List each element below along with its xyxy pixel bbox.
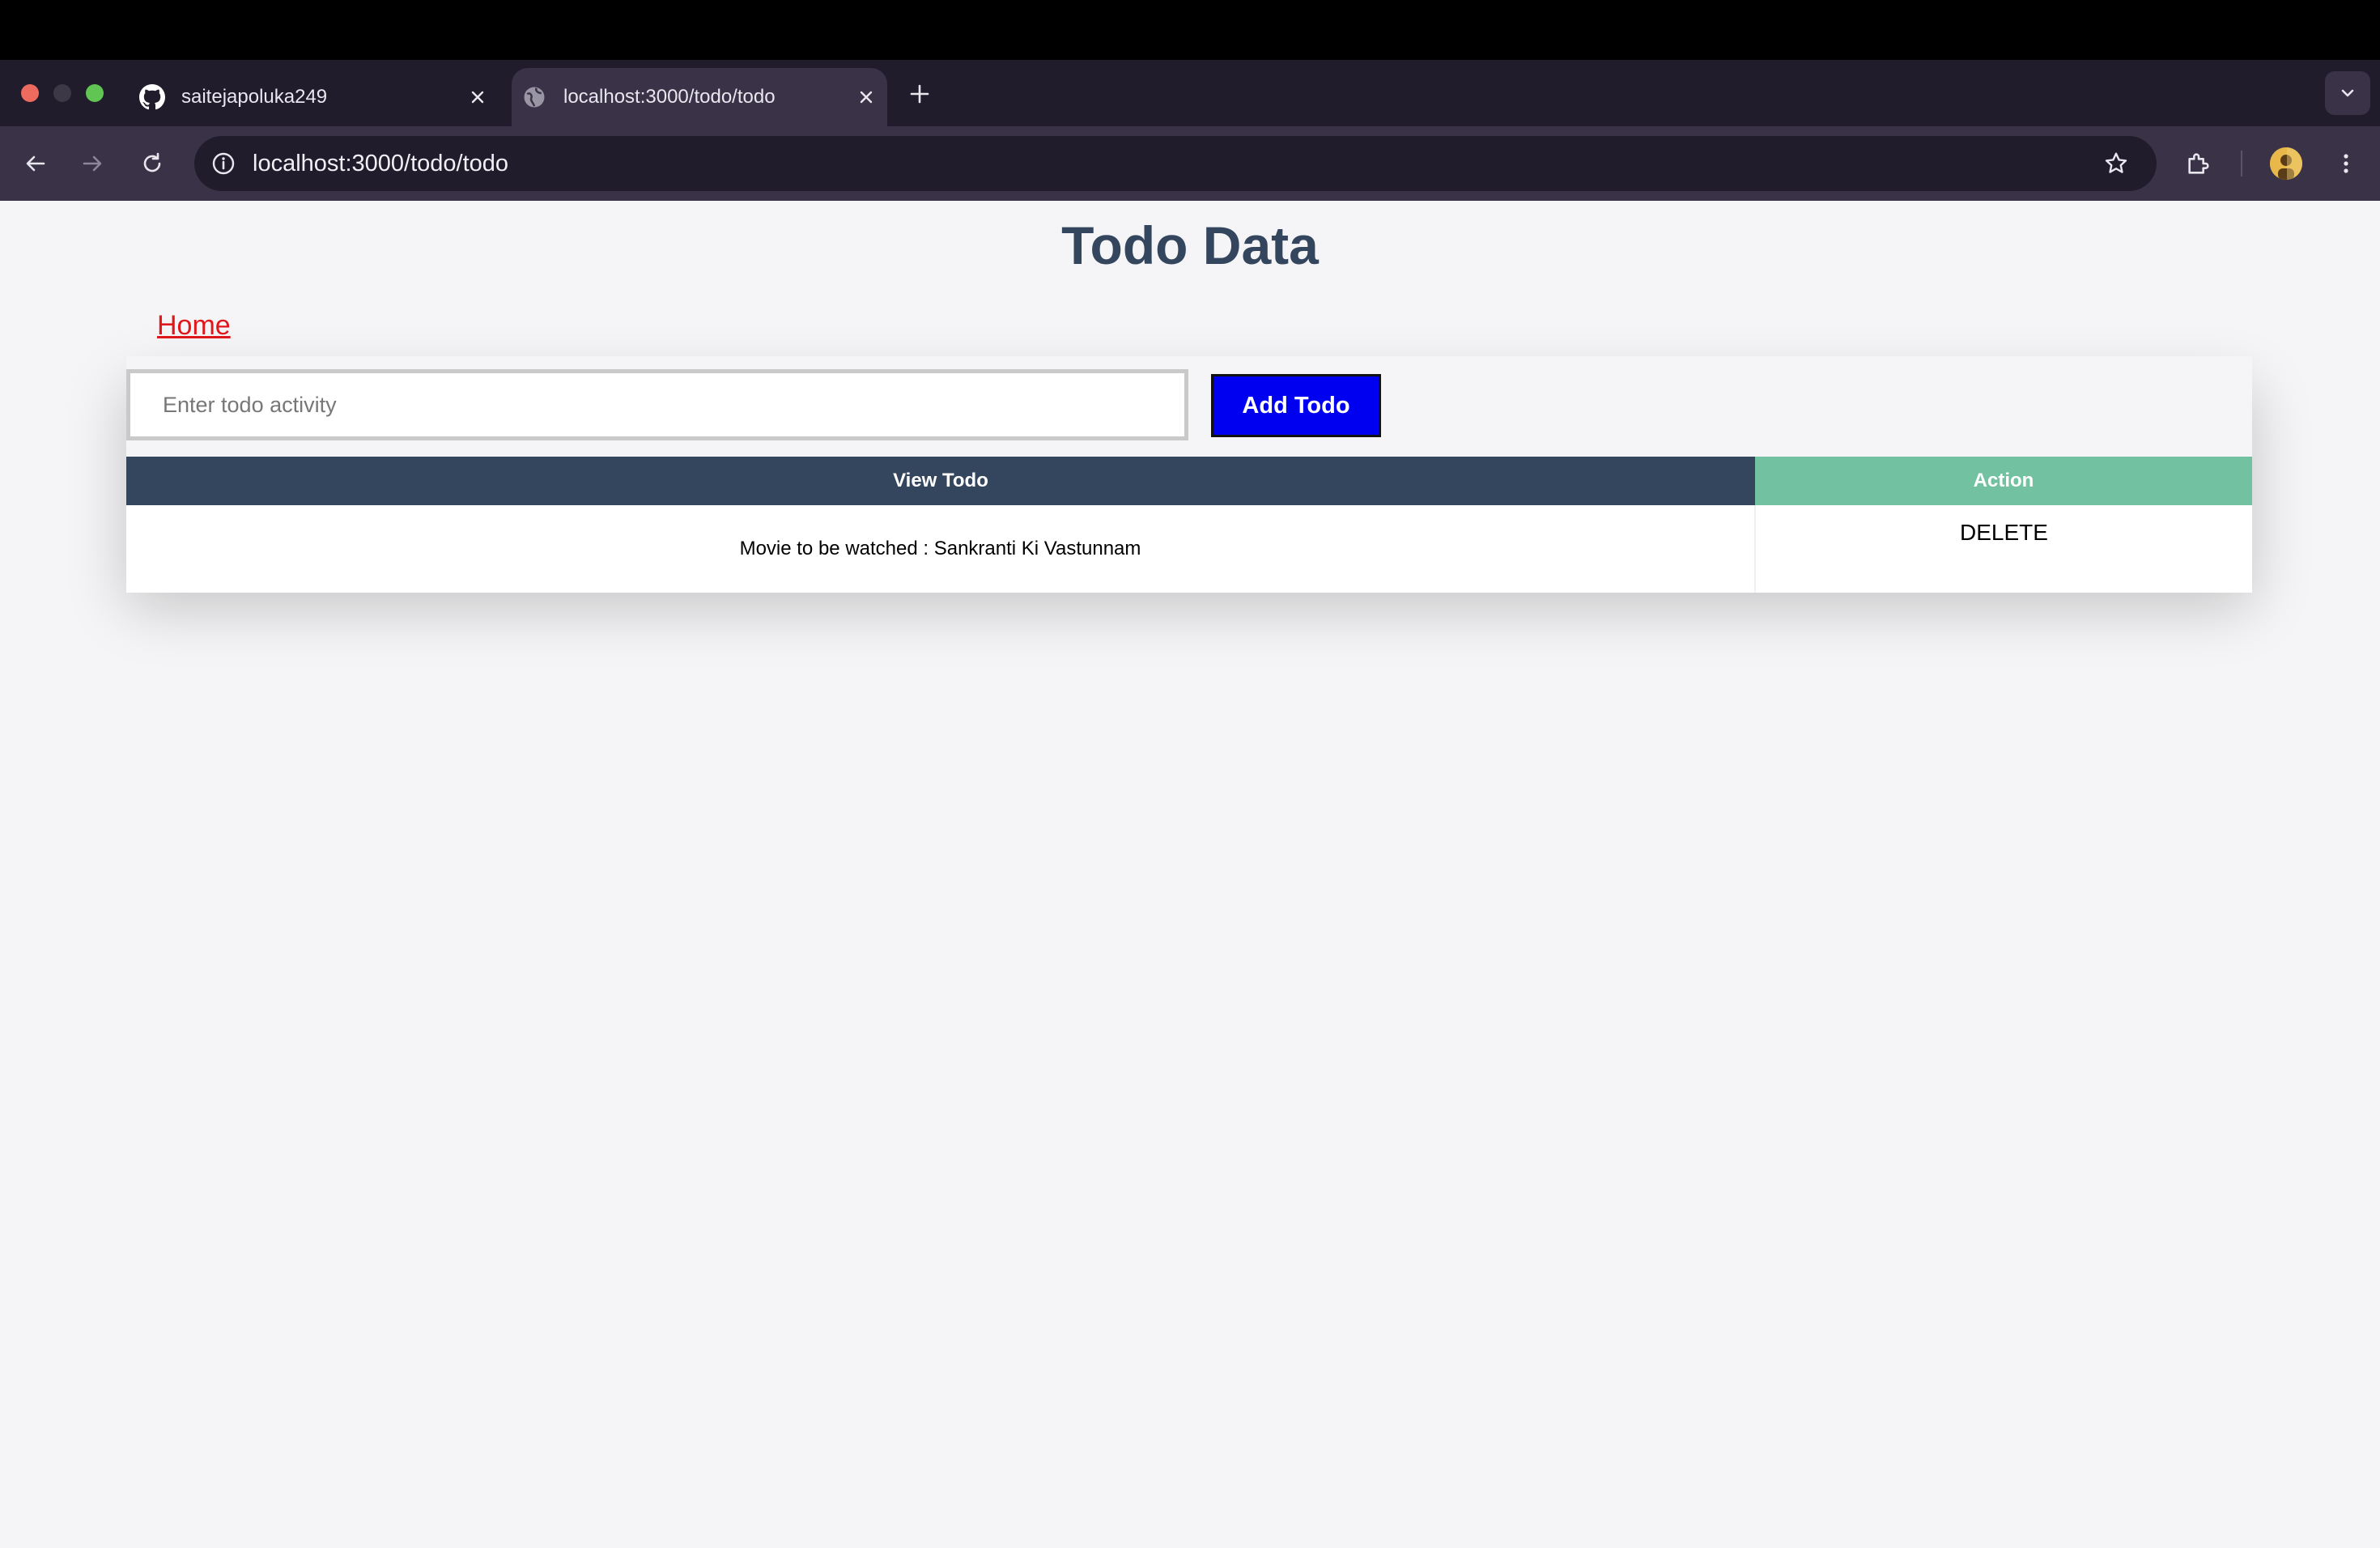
browser-menu-icon[interactable]	[2328, 146, 2364, 181]
todo-card: Add Todo View Todo Action Movie to be wa…	[126, 356, 2252, 593]
table-header-row: View Todo Action	[126, 457, 2252, 505]
github-icon	[139, 84, 165, 110]
action-header: Action	[1755, 457, 2252, 505]
bookmark-star-icon[interactable]	[2098, 146, 2134, 181]
close-tab-icon[interactable]	[852, 83, 881, 112]
todo-input[interactable]	[126, 369, 1188, 440]
profile-avatar[interactable]	[2270, 147, 2302, 180]
add-todo-button[interactable]: Add Todo	[1211, 374, 1381, 437]
page-title: Todo Data	[1061, 215, 1319, 275]
todo-text-cell: Movie to be watched : Sankranti Ki Vastu…	[126, 505, 1756, 593]
view-todo-header: View Todo	[126, 457, 1755, 505]
chevron-down-icon	[2341, 89, 2354, 97]
tab-localhost-todo[interactable]: localhost:3000/todo/todo	[512, 68, 887, 126]
globe-icon	[521, 84, 547, 110]
address-bar[interactable]: localhost:3000/todo/todo	[194, 136, 2157, 191]
reload-icon[interactable]	[134, 146, 170, 181]
close-tab-icon[interactable]	[463, 83, 492, 112]
action-cell: DELETE	[1755, 505, 2252, 593]
top-black-bar	[0, 0, 2380, 60]
todo-table: View Todo Action Movie to be watched : S…	[126, 457, 2252, 593]
tab-title: saitejapoluka249	[181, 86, 328, 108]
tab-search-dropdown[interactable]	[2325, 71, 2370, 115]
forward-arrow-icon[interactable]	[74, 146, 110, 181]
extensions-puzzle-icon[interactable]	[2181, 146, 2216, 181]
tab-github[interactable]: saitejapoluka249	[130, 68, 499, 126]
toolbar-separator	[2241, 151, 2242, 176]
tab-title: localhost:3000/todo/todo	[563, 86, 776, 108]
new-tab-plus-icon[interactable]	[903, 78, 936, 110]
site-info-icon[interactable]	[209, 149, 238, 178]
delete-button[interactable]: DELETE	[1960, 520, 2048, 546]
back-arrow-icon[interactable]	[18, 146, 53, 181]
table-row: Movie to be watched : Sankranti Ki Vastu…	[126, 505, 2252, 593]
maximize-window-button[interactable]	[86, 84, 104, 102]
minimize-window-button[interactable]	[53, 84, 71, 102]
url-text: localhost:3000/todo/todo	[253, 150, 509, 176]
home-link[interactable]: Home	[157, 309, 231, 342]
close-window-button[interactable]	[21, 84, 39, 102]
